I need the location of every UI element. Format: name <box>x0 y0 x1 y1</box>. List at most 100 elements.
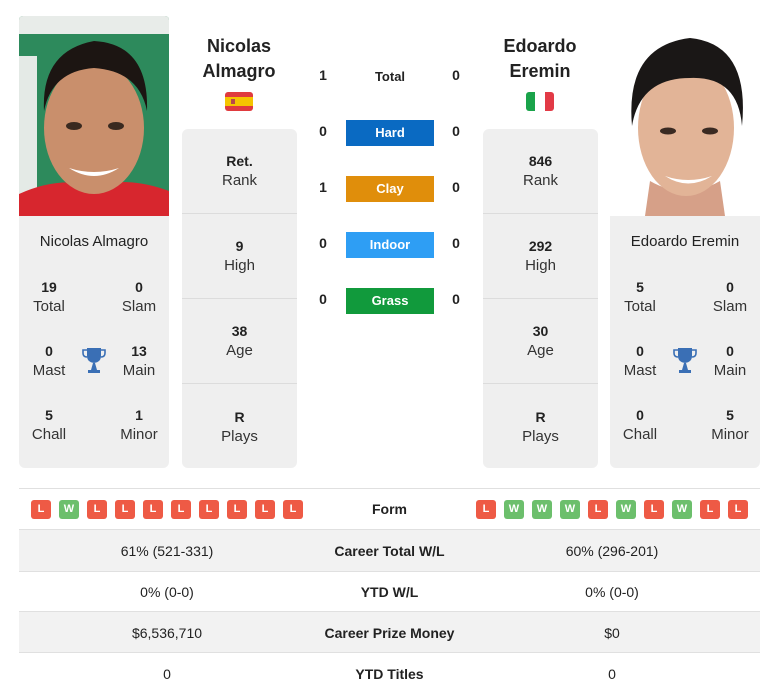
form-loss-badge[interactable]: L <box>588 500 608 519</box>
titles-slam: 0 Slam <box>109 277 169 317</box>
info-plays: R Plays <box>483 384 598 469</box>
form-loss-badge[interactable]: L <box>227 500 247 519</box>
h2h-hard-left: 0 <box>319 123 327 139</box>
titles-mast: 0 Mast <box>19 341 79 381</box>
info-age: 38 Age <box>182 299 297 384</box>
form-win-badge[interactable]: W <box>616 500 636 519</box>
titles-slam-value: 0 <box>135 279 143 295</box>
titles-card-right: Edoardo Eremin 5 Total 0 Slam 0 Mast 0 M… <box>610 216 760 468</box>
form-win-badge[interactable]: W <box>504 500 524 519</box>
form-loss-badge[interactable]: L <box>115 500 135 519</box>
form-loss-badge[interactable]: L <box>700 500 720 519</box>
titles-chall-value: 5 <box>45 407 53 423</box>
surface-grass-badge[interactable]: Grass <box>346 288 434 314</box>
stat-right-value: 60% (296-201) <box>565 542 659 559</box>
age-value: 38 <box>231 323 248 339</box>
player-info-left: Ret. Rank 9 High 38 Age R Plays <box>182 129 297 468</box>
stat-right-value: 0% (0-0) <box>585 583 639 600</box>
titles-slam-label: Slam <box>121 298 157 315</box>
titles-main-label: Main <box>713 362 747 379</box>
form-loss-badge[interactable]: L <box>31 500 51 519</box>
form-row: LWLLLLLLLL Form LWWWLWLWLL <box>19 489 760 529</box>
titles-total-value: 5 <box>636 279 644 295</box>
h2h-indoor-left: 0 <box>319 235 327 251</box>
stat-right-value: $0 <box>604 624 620 641</box>
age-label: Age <box>527 342 554 359</box>
surface-hard-badge[interactable]: Hard <box>346 120 434 146</box>
form-loss-badge[interactable]: L <box>143 500 163 519</box>
surface-indoor-badge[interactable]: Indoor <box>346 232 434 258</box>
stat-right-value: 0 <box>608 665 616 682</box>
player-info-right: 846 Rank 292 High 30 Age R Plays <box>483 129 598 468</box>
plays-value: R <box>234 408 245 425</box>
info-rank: 846 Rank <box>483 129 598 214</box>
titles-mast-label: Mast <box>32 362 66 379</box>
player-name-left[interactable]: Nicolas Almagro <box>179 34 299 84</box>
stat-label: Career Total W/L <box>334 542 445 559</box>
titles-mast-label: Mast <box>623 362 657 379</box>
player-first-name: Nicolas <box>206 36 272 56</box>
titles-total-label: Total <box>33 298 65 315</box>
h2h-clay-right: 0 <box>452 179 460 195</box>
stat-label: YTD W/L <box>360 583 419 600</box>
player-name-right[interactable]: Edoardo Eremin <box>480 34 600 84</box>
titles-chall-label: Chall <box>622 426 658 443</box>
player-last-name: Eremin <box>509 61 571 81</box>
h2h-hard-right: 0 <box>452 123 460 139</box>
titles-minor-value: 1 <box>135 407 143 423</box>
form-win-badge[interactable]: W <box>672 500 692 519</box>
info-rank: Ret. Rank <box>182 129 297 214</box>
h2h-total-label: Total <box>374 69 406 84</box>
stat-left-value: 61% (521-331) <box>120 542 214 559</box>
titles-slam-label: Slam <box>712 298 748 315</box>
rank-value: Ret. <box>226 153 253 169</box>
form-loss-badge[interactable]: L <box>171 500 191 519</box>
h2h-grass-left: 0 <box>319 291 327 307</box>
plays-label: Plays <box>221 427 258 445</box>
high-value: 292 <box>528 238 553 254</box>
titles-card-left: Nicolas Almagro 19 Total 0 Slam 0 Mast 1… <box>19 216 169 468</box>
form-loss-badge[interactable]: L <box>255 500 275 519</box>
info-high: 292 High <box>483 214 598 299</box>
rank-label: Rank <box>221 172 258 189</box>
form-loss-badge[interactable]: L <box>476 500 496 519</box>
plays-label: Plays <box>522 427 559 445</box>
surface-clay-badge[interactable]: Clay <box>346 176 434 202</box>
info-age: 30 Age <box>483 299 598 384</box>
player-portrait-right <box>610 16 760 216</box>
rank-value: 846 <box>528 153 553 169</box>
form-loss-badge[interactable]: L <box>87 500 107 519</box>
h2h-total-left: 1 <box>319 67 327 83</box>
form-loss-badge[interactable]: L <box>644 500 664 519</box>
titles-player-name[interactable]: Nicolas Almagro <box>19 233 169 250</box>
titles-mast: 0 Mast <box>610 341 670 381</box>
form-win-badge[interactable]: W <box>59 500 79 519</box>
titles-main: 0 Main <box>700 341 760 381</box>
form-win-badge[interactable]: W <box>532 500 552 519</box>
titles-minor-value: 5 <box>726 407 734 423</box>
form-loss-badge[interactable]: L <box>283 500 303 519</box>
plays-value: R <box>535 408 546 425</box>
italy-flag-icon <box>526 92 554 111</box>
player-portrait-left <box>19 16 169 216</box>
titles-main-value: 13 <box>131 343 147 359</box>
h2h-grass-right: 0 <box>452 291 460 307</box>
titles-main: 13 Main <box>109 341 169 381</box>
player-first-name: Edoardo <box>503 36 577 56</box>
trophy-icon <box>82 348 106 373</box>
stats-row-ytd-wl: 0% (0-0) YTD W/L 0% (0-0) <box>19 571 760 612</box>
info-high: 9 High <box>182 214 297 299</box>
form-win-badge[interactable]: W <box>560 500 580 519</box>
titles-slam-value: 0 <box>726 279 734 295</box>
trophy-icon <box>673 348 697 373</box>
titles-total-label: Total <box>624 298 656 315</box>
titles-mast-value: 0 <box>45 343 53 359</box>
stat-label: Career Prize Money <box>324 624 455 641</box>
titles-player-name[interactable]: Edoardo Eremin <box>610 233 760 250</box>
spain-flag-icon <box>225 92 253 111</box>
h2h-clay-left: 1 <box>319 179 327 195</box>
titles-mast-value: 0 <box>636 343 644 359</box>
form-loss-badge[interactable]: L <box>728 500 748 519</box>
form-loss-badge[interactable]: L <box>199 500 219 519</box>
rank-label: Rank <box>522 172 559 189</box>
